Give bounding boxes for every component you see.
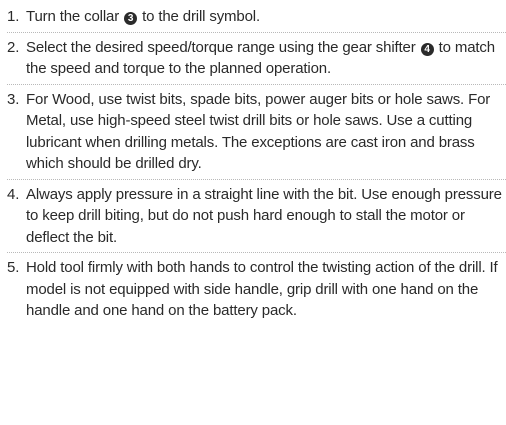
steps-list: 1. Turn the collar 3 to the drill symbol…	[7, 6, 506, 322]
step-text-part: Turn the collar	[26, 8, 124, 25]
step-text-part: to the drill symbol.	[138, 8, 260, 25]
step-2: 2. Select the desired speed/torque range…	[7, 31, 506, 80]
step-number: 3.	[7, 90, 20, 108]
callout-badge: 4	[420, 42, 434, 56]
step-text: Turn the collar 3 to the drill symbol.	[26, 6, 506, 28]
step-number: 2.	[7, 38, 20, 56]
step-4: 4. Always apply pressure in a straight l…	[7, 178, 506, 249]
step-text: Always apply pressure in a straight line…	[26, 185, 502, 246]
step-number: 5.	[7, 259, 20, 276]
step-3: 3. For Wood, use twist bits, spade bits,…	[7, 83, 506, 175]
step-5: 5. Hold tool firmly with both hands to c…	[7, 252, 506, 322]
step-1: 1. Turn the collar 3 to the drill symbol…	[7, 6, 506, 28]
step-text: Select the desired speed/torque range us…	[26, 37, 506, 80]
step-number: 4.	[7, 185, 20, 203]
callout-badge: 3	[124, 12, 138, 25]
step-text-part: Select the desired speed/torque range us…	[26, 38, 420, 56]
instructions-document: 1. Turn the collar 3 to the drill symbol…	[0, 0, 506, 425]
step-text: For Wood, use twist bits, spade bits, po…	[26, 90, 491, 173]
step-number: 1.	[7, 8, 20, 25]
step-text: Hold tool firmly with both hands to cont…	[26, 259, 498, 319]
